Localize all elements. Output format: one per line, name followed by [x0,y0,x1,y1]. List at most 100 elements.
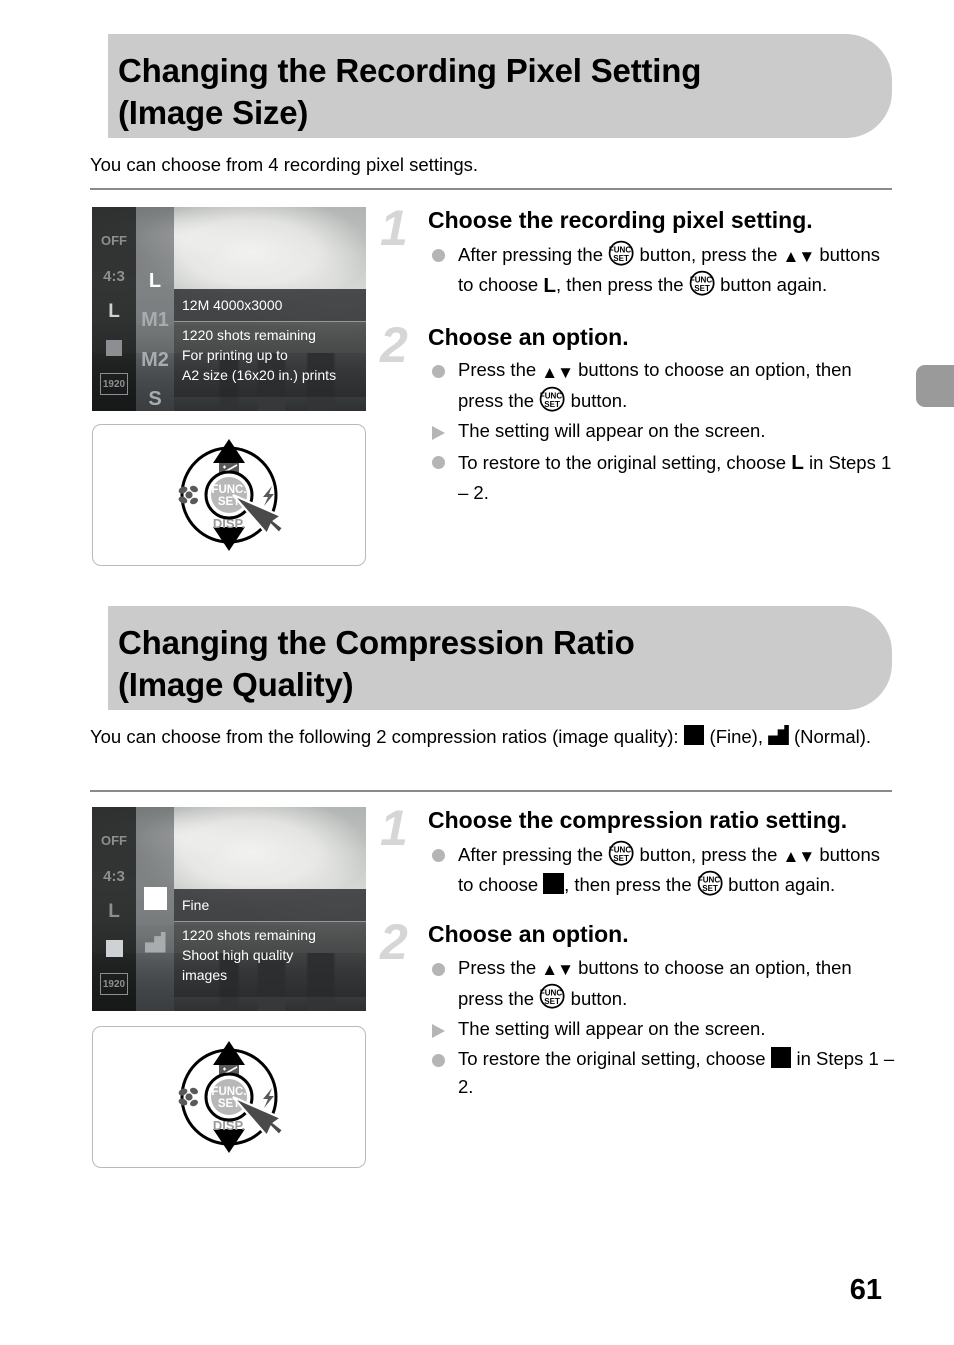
func-set-icon: FUNC.SET [539,386,565,412]
screen-info-line-2: For printing up to [182,346,288,363]
dial-up-arrow-icon[interactable] [213,439,245,463]
func-set-icon: FUNC.SET [608,840,634,866]
fine-quality-icon [683,724,705,746]
screen-icon-image-size: L [108,901,120,922]
bullet-item: The setting will appear on the screen. [428,417,900,445]
section-title-recording-pixel: Changing the Recording Pixel Setting (Im… [118,52,702,131]
screen-info-body: 1220 shots remaining For printing up to … [174,322,366,397]
bullet-item: To restore the original setting, choose … [428,1045,900,1102]
step-1-compression-ratio: 1 Choose the compression ratio setting. … [380,803,900,900]
step-number: 2 [380,316,408,373]
svg-text:SET: SET [702,884,718,893]
svg-text:SET: SET [613,254,629,263]
func-set-icon: FUNC.SET [697,870,723,896]
screen-option-column[interactable] [136,807,174,1011]
section-title-compression-ratio: Changing the Compression Ratio (Image Qu… [118,624,635,703]
control-dial-illustration-2: DISP. FUNC. SET [92,1026,366,1168]
screen-icon-off: OFF [101,232,127,248]
bullet-dot-icon [432,365,445,379]
screen-option-column[interactable]: L M1 M2 S [136,207,174,411]
screen-info-line-3: A2 size (16x20 in.) prints [182,366,337,383]
section-header-compression-ratio: Changing the Compression Ratio (Image Qu… [108,606,892,710]
bullet-text: The setting will appear on the screen. [458,420,766,442]
svg-text:SET: SET [545,400,561,409]
svg-text:SET: SET [545,997,561,1006]
screen-icon-aspect-ratio: 4:3 [103,867,125,885]
bullet-item: The setting will appear on the screen. [428,1015,900,1043]
bullet-text: To restore to the original setting, choo… [458,451,891,503]
bullet-item: After pressing the FUNC. SET button, pres… [428,240,900,302]
screen-icon-movie-size: 1920 [99,973,129,995]
steps-compression-ratio: 1 Choose the compression ratio setting. … [380,803,900,1106]
step-bullet-list: After pressing the FUNC. SET button, pres… [428,240,900,302]
up-down-arrows-icon: ▲▼ [541,362,574,382]
bullet-dot-icon [432,848,445,862]
up-down-arrows-icon: ▲▼ [782,847,816,867]
control-dial-svg-2: DISP. FUNC. SET [178,1041,285,1153]
screen-option-fine[interactable] [143,885,167,911]
func-set-icon: FUNC.SET [539,984,565,1010]
func-set-icon: FUNC.SET [689,270,715,296]
step-bullet-list: Press the ▲▼ buttons to choose an option… [428,954,900,1102]
page-number: 61 [849,1274,882,1306]
screen-icon-quality [105,937,123,959]
func-set-label-line1: FUNC. [211,484,246,496]
bullet-text: After pressing the FUNC. SET button, pres… [458,840,880,896]
screen-option-M2[interactable]: M2 [141,348,169,372]
flash-icon [263,1088,274,1108]
flash-icon [263,486,274,506]
section-divider-2 [90,790,892,792]
screen-icon-image-size: L [108,301,120,322]
screen-icon-quality [106,337,122,359]
bullet-dot-icon [432,456,445,470]
screen-info-title: 12M 4000x3000 [174,289,366,322]
bullet-text: Press the ▲▼ buttons to choose an option… [458,359,852,412]
section-header-recording-pixel: Changing the Recording Pixel Setting (Im… [108,34,892,138]
bullet-text: The setting will appear on the screen. [458,1017,766,1039]
screen-info-line-3: images [182,966,228,983]
up-down-arrows-icon: ▲▼ [541,960,574,980]
fine-quality-icon [770,1046,792,1068]
screen-option-S[interactable]: S [148,388,161,412]
func-set-icon: FUNC.SET [608,240,634,266]
bullet-item: After pressing the FUNC. SET button, pres… [428,840,900,900]
svg-text:SET: SET [613,854,629,863]
screen-left-icon-column: OFF 4:3 L 1920 [92,807,136,1011]
up-down-arrows-icon: ▲▼ [782,247,816,267]
normal-quality-icon [768,724,789,746]
screen-left-icon-column: OFF 4:3 L 1920 [92,207,136,411]
step-bullet-list: After pressing the FUNC. SET button, pres… [428,840,900,900]
manual-page: Changing the Recording Pixel Setting (Im… [0,0,954,1345]
step-number: 1 [380,200,408,256]
section-divider-1 [90,188,892,190]
steps-recording-pixel: 1 Choose the recording pixel setting. Af… [380,203,900,511]
screen-info-line-1: 1220 shots remaining [182,927,316,943]
bullet-dot-icon [432,1054,445,1068]
bullet-item: To restore to the original setting, choo… [428,447,900,507]
intro-text: You can choose from the following 2 comp… [90,724,872,747]
step-number: 1 [380,800,408,856]
screen-option-normal[interactable] [144,929,166,955]
screen-option-M1[interactable]: M1 [141,309,169,333]
screen-info-title: Fine [174,889,366,922]
func-set-label-line1: FUNC. [211,1086,246,1098]
screen-option-L[interactable]: L [149,269,161,293]
section-intro-compression-ratio: You can choose from the following 2 comp… [90,722,890,751]
step-title: Choose the recording pixel setting. [428,207,813,233]
section-intro-recording-pixel: You can choose from 4 recording pixel se… [90,154,479,175]
step-2-compression-ratio: 2 Choose an option. Press the ▲▼ buttons… [380,917,900,1102]
bullet-text: After pressing the FUNC. SET button, pres… [458,240,880,297]
screen-info-body: 1220 shots remaining Shoot high quality … [174,922,366,997]
dial-up-arrow-icon[interactable] [213,1041,245,1065]
fine-quality-icon [543,872,565,894]
screen-icon-off: OFF [101,832,127,848]
step-title: Choose the compression ratio setting. [428,807,848,833]
step-2-recording-pixel: 2 Choose an option. Press the ▲▼ buttons… [380,320,900,508]
screen-icon-aspect-ratio: 4:3 [103,267,125,285]
bullet-text: To restore the original setting, choose … [458,1046,895,1098]
step-bullet-list: Press the ▲▼ buttons to choose an option… [428,356,900,507]
control-dial-illustration-1: DISP. FUNC. SET [92,424,366,566]
screen-info-line-1: 1220 shots remaining [182,327,316,343]
step-number: 2 [380,914,408,971]
large-size-icon: L [543,274,557,298]
